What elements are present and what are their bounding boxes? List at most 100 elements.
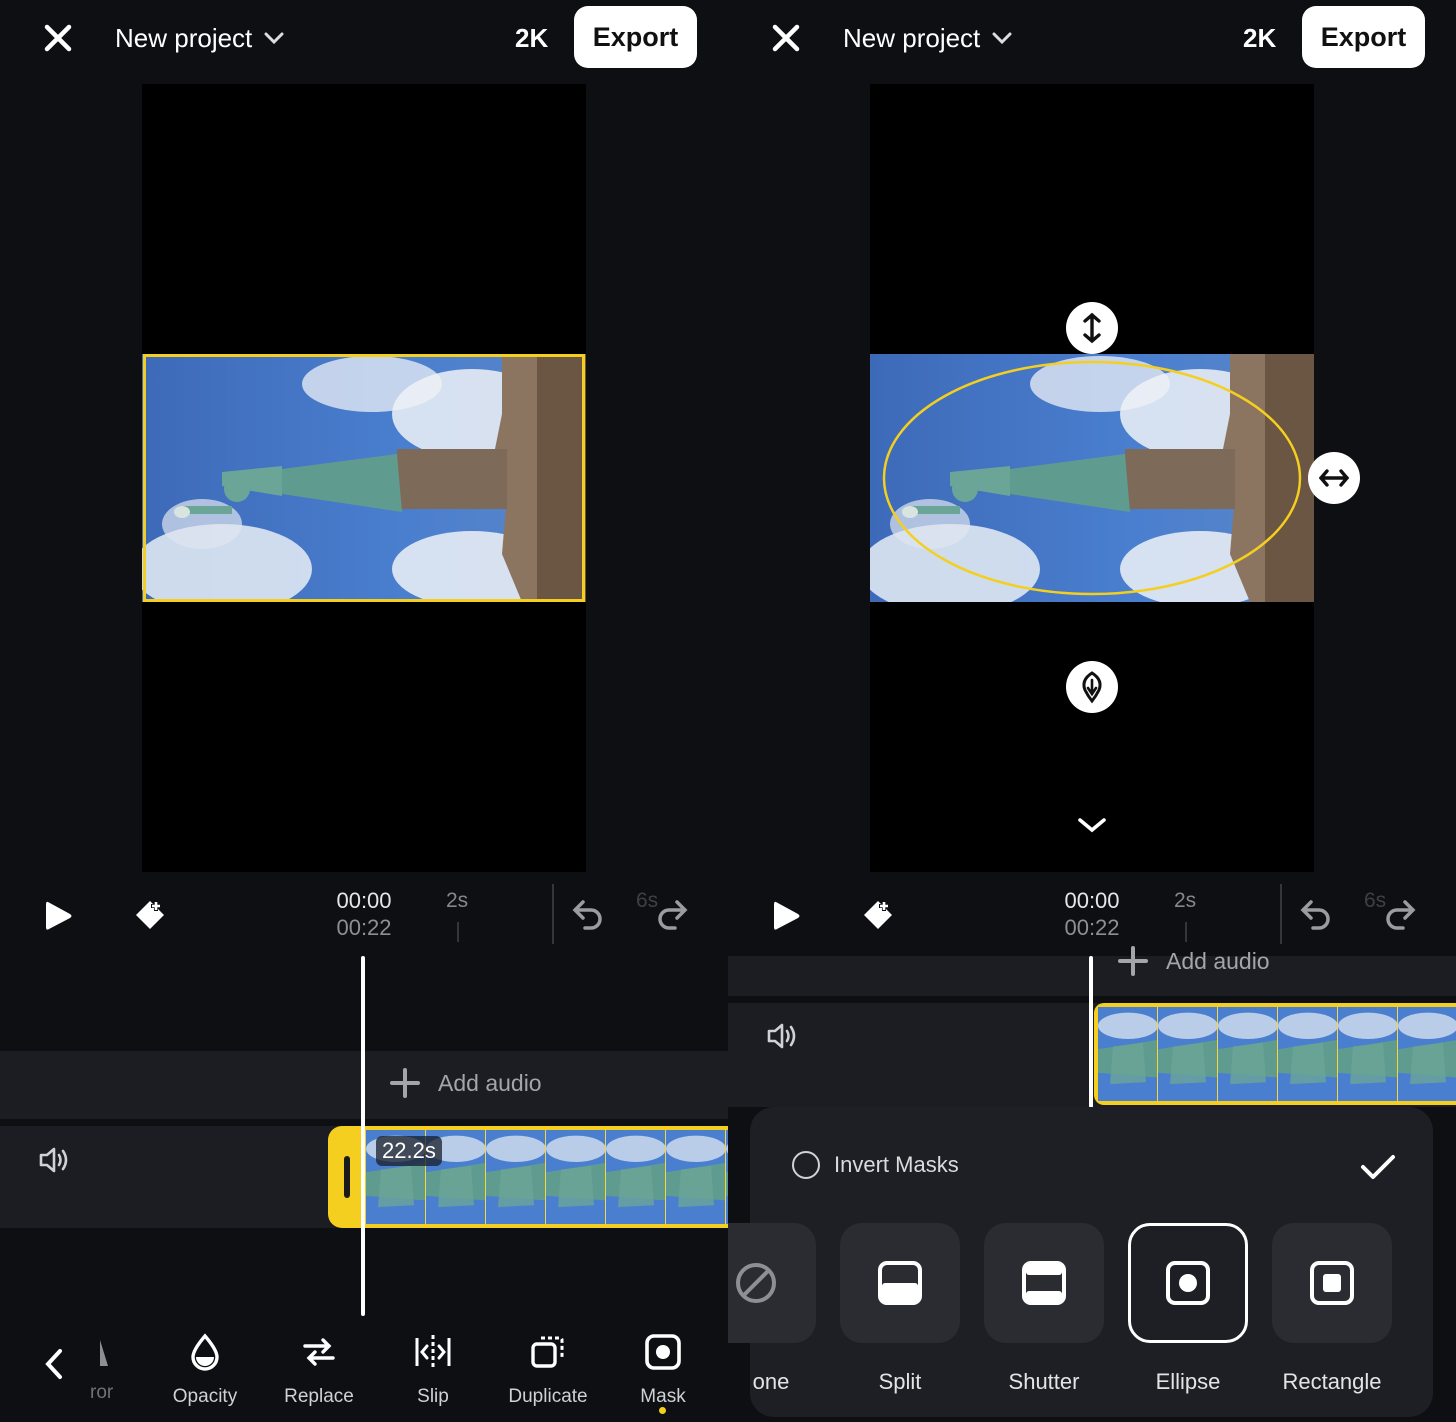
plus-icon — [390, 1068, 420, 1098]
timecode: 00:00 00:22 — [1048, 887, 1136, 941]
track-volume-button[interactable] — [760, 1016, 804, 1056]
close-icon — [772, 24, 800, 52]
tool-mirror-partial[interactable]: ror — [88, 1334, 128, 1414]
mask-option-shutter[interactable]: Shutter — [984, 1223, 1104, 1395]
close-icon — [44, 24, 72, 52]
chevron-down-icon — [264, 32, 284, 45]
divider — [1280, 884, 1282, 944]
confirm-mask-button[interactable] — [1356, 1147, 1400, 1187]
mask-horizontal-resize-handle[interactable] — [1308, 452, 1360, 504]
volume-icon — [767, 1023, 796, 1049]
mask-feather-handle[interactable] — [1066, 661, 1118, 713]
none-icon — [736, 1263, 776, 1303]
divider — [552, 884, 554, 944]
tool-duplicate[interactable]: Duplicate — [493, 1332, 603, 1408]
play-icon — [46, 901, 72, 930]
arrow-vertical-icon — [1083, 312, 1101, 344]
playhead[interactable] — [1089, 956, 1093, 1108]
mask-option-rectangle[interactable]: Rectangle — [1272, 1223, 1392, 1395]
close-button[interactable] — [764, 16, 808, 60]
redo-button[interactable] — [1378, 892, 1422, 936]
checkmark-icon — [1361, 1155, 1395, 1179]
mask-panel: Invert Masks one Split Shutter Ellipse R… — [728, 1107, 1433, 1417]
track-volume-button[interactable] — [32, 1140, 76, 1180]
tool-slip[interactable]: Slip — [378, 1332, 488, 1408]
editor-main-view: New project 2K Export 00:00 00:22 2s 6s … — [0, 0, 728, 1422]
tool-opacity[interactable]: Opacity — [150, 1332, 260, 1408]
video-preview[interactable] — [870, 84, 1360, 872]
mask-option-rectangle-label: Rectangle — [1282, 1369, 1382, 1394]
undo-icon — [1300, 900, 1330, 930]
tick-mark — [1185, 922, 1187, 942]
add-audio-label: Add audio — [1166, 947, 1270, 974]
tool-mirror-label: ror — [90, 1382, 114, 1403]
mask-option-none-label: one — [752, 1369, 790, 1394]
shutter-icon — [1022, 1261, 1066, 1305]
collapse-preview-button[interactable] — [1070, 809, 1114, 841]
rectangle-icon — [1310, 1261, 1354, 1305]
tool-replace[interactable]: Replace — [264, 1332, 374, 1408]
play-button[interactable] — [764, 894, 808, 938]
ellipse-mask-outline[interactable] — [870, 354, 1314, 602]
project-title: New project — [843, 22, 981, 53]
mask-vertical-resize-handle[interactable] — [1066, 302, 1118, 354]
undo-button[interactable] — [1294, 892, 1338, 936]
project-title-dropdown[interactable]: New project — [115, 20, 284, 56]
invert-masks-label: Invert Masks — [834, 1152, 959, 1177]
mask-option-ellipse[interactable]: Ellipse — [1128, 1223, 1248, 1395]
clip-duration-badge: 22.2s — [376, 1136, 442, 1166]
tick-2s: 2s — [1174, 889, 1197, 912]
add-audio-button[interactable]: Add audio — [390, 1068, 542, 1098]
timecode: 00:00 00:22 — [320, 887, 408, 941]
play-button[interactable] — [36, 894, 80, 938]
clip-thumbnails — [1098, 1007, 1456, 1101]
tick-2s: 2s — [446, 889, 469, 912]
tick-mark — [457, 922, 459, 942]
resolution-button[interactable]: 2K — [1243, 20, 1276, 56]
tool-opacity-label: Opacity — [172, 1386, 238, 1407]
mask-option-split-label: Split — [878, 1369, 922, 1394]
add-keyframe-button[interactable] — [856, 893, 900, 937]
playhead[interactable] — [361, 956, 365, 1316]
resolution-button[interactable]: 2K — [515, 20, 548, 56]
plus-icon — [1118, 946, 1148, 976]
tool-mask[interactable]: Mask — [608, 1332, 718, 1408]
mask-option-split[interactable]: Split — [840, 1223, 960, 1395]
chevron-down-icon — [992, 32, 1012, 45]
video-clip-frame[interactable] — [142, 354, 586, 602]
add-keyframe-button[interactable] — [128, 893, 172, 937]
invert-masks-radio[interactable] — [792, 1151, 820, 1179]
keyframe-add-icon — [136, 901, 164, 929]
tool-slip-label: Slip — [417, 1386, 449, 1407]
project-title: New project — [115, 22, 253, 53]
total-time: 00:22 — [336, 915, 392, 940]
redo-button[interactable] — [650, 892, 694, 936]
active-tool-indicator — [659, 1407, 666, 1414]
add-audio-label: Add audio — [438, 1069, 542, 1096]
opacity-icon — [191, 1333, 219, 1371]
undo-button[interactable] — [566, 892, 610, 936]
toolbar-back-button[interactable] — [34, 1342, 74, 1386]
project-title-dropdown[interactable]: New project — [843, 20, 1012, 56]
editor-mask-view: New project 2K Export 00:00 00:22 2s 6s … — [728, 0, 1456, 1422]
volume-icon — [39, 1147, 68, 1173]
chevron-left-icon — [45, 1349, 62, 1379]
duplicate-icon — [531, 1336, 564, 1368]
mirror-icon — [100, 1340, 108, 1366]
close-button[interactable] — [36, 16, 80, 60]
export-button[interactable]: Export — [1302, 6, 1425, 68]
tool-mask-label: Mask — [640, 1386, 686, 1407]
arrow-horizontal-icon — [1318, 469, 1350, 487]
keyframe-add-icon — [864, 901, 892, 929]
mask-option-shutter-label: Shutter — [1008, 1369, 1080, 1394]
add-audio-button[interactable]: Add audio — [1118, 946, 1270, 976]
video-preview[interactable] — [142, 84, 586, 872]
mask-option-none[interactable]: one — [728, 1223, 816, 1395]
chevron-down-icon — [1078, 818, 1106, 833]
export-button[interactable]: Export — [574, 6, 697, 68]
invert-masks-toggle[interactable]: Invert Masks — [792, 1151, 959, 1179]
undo-icon — [572, 900, 602, 930]
trim-handle-left[interactable] — [344, 1156, 350, 1198]
feather-icon — [1082, 671, 1102, 704]
redo-icon — [658, 900, 688, 930]
